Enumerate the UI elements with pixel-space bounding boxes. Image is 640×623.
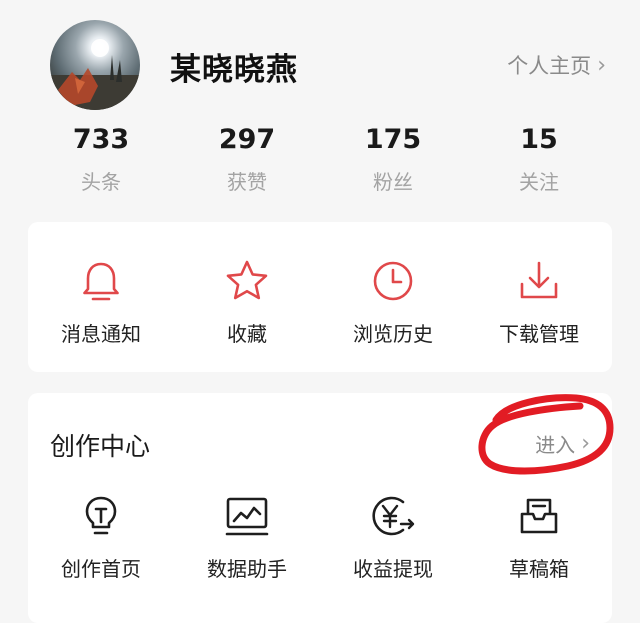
profile-link[interactable]: 个人主页 › xyxy=(507,50,606,80)
avatar[interactable] xyxy=(50,20,140,110)
creator-center-card: 创作中心 进入 › 创作首页 数据助手 收益提现 草稿箱 xyxy=(28,393,612,623)
stat-headlines[interactable]: 733 头条 xyxy=(28,124,174,195)
username: 某晓晓燕 xyxy=(170,52,298,88)
notifications-button[interactable]: 消息通知 xyxy=(28,258,174,347)
stat-label: 关注 xyxy=(519,170,559,194)
chart-monitor-icon xyxy=(225,497,269,536)
stat-value: 175 xyxy=(364,124,422,155)
history-button[interactable]: 浏览历史 xyxy=(320,258,466,347)
stat-followers[interactable]: 175 粉丝 xyxy=(320,124,466,195)
item-label: 数据助手 xyxy=(207,557,287,581)
data-assistant-button[interactable]: 数据助手 xyxy=(174,493,320,582)
star-icon xyxy=(226,260,268,300)
item-label: 草稿箱 xyxy=(509,557,569,581)
item-label: 创作首页 xyxy=(61,557,141,581)
item-label: 收藏 xyxy=(227,322,267,346)
download-icon xyxy=(520,261,558,299)
stats-row: 733 头条 297 获赞 175 粉丝 15 关注 xyxy=(28,124,612,195)
creator-center-enter-link[interactable]: 进入 › xyxy=(535,429,590,458)
stat-value: 297 xyxy=(218,124,276,155)
drafts-box-icon xyxy=(520,498,558,534)
enter-link-label: 进入 xyxy=(535,433,576,457)
creator-center-title: 创作中心 xyxy=(50,432,151,461)
yen-coin-icon xyxy=(372,496,415,536)
downloads-button[interactable]: 下载管理 xyxy=(466,258,612,347)
clock-icon xyxy=(373,261,413,301)
stat-label: 头条 xyxy=(81,170,121,194)
profile-link-label: 个人主页 xyxy=(507,54,592,78)
bell-icon xyxy=(83,262,119,301)
avatar-photo-icon xyxy=(50,39,140,110)
lightbulb-icon xyxy=(85,496,117,535)
stat-likes[interactable]: 297 获赞 xyxy=(174,124,320,195)
stat-following[interactable]: 15 关注 xyxy=(466,124,612,195)
stat-label: 获赞 xyxy=(227,170,267,194)
drafts-button[interactable]: 草稿箱 xyxy=(466,493,612,582)
chevron-right-icon: › xyxy=(581,431,590,456)
favorites-button[interactable]: 收藏 xyxy=(174,258,320,347)
creator-home-button[interactable]: 创作首页 xyxy=(28,493,174,582)
item-label: 收益提现 xyxy=(353,557,433,581)
earnings-withdraw-button[interactable]: 收益提现 xyxy=(320,493,466,582)
item-label: 浏览历史 xyxy=(353,322,433,346)
stat-value: 15 xyxy=(520,124,558,155)
stat-value: 733 xyxy=(72,124,130,155)
item-label: 消息通知 xyxy=(61,322,141,346)
item-label: 下载管理 xyxy=(499,322,579,346)
chevron-right-icon: › xyxy=(597,52,606,78)
stat-label: 粉丝 xyxy=(373,170,413,194)
quick-actions-card: 消息通知 收藏 浏览历史 下载管理 xyxy=(28,222,612,372)
